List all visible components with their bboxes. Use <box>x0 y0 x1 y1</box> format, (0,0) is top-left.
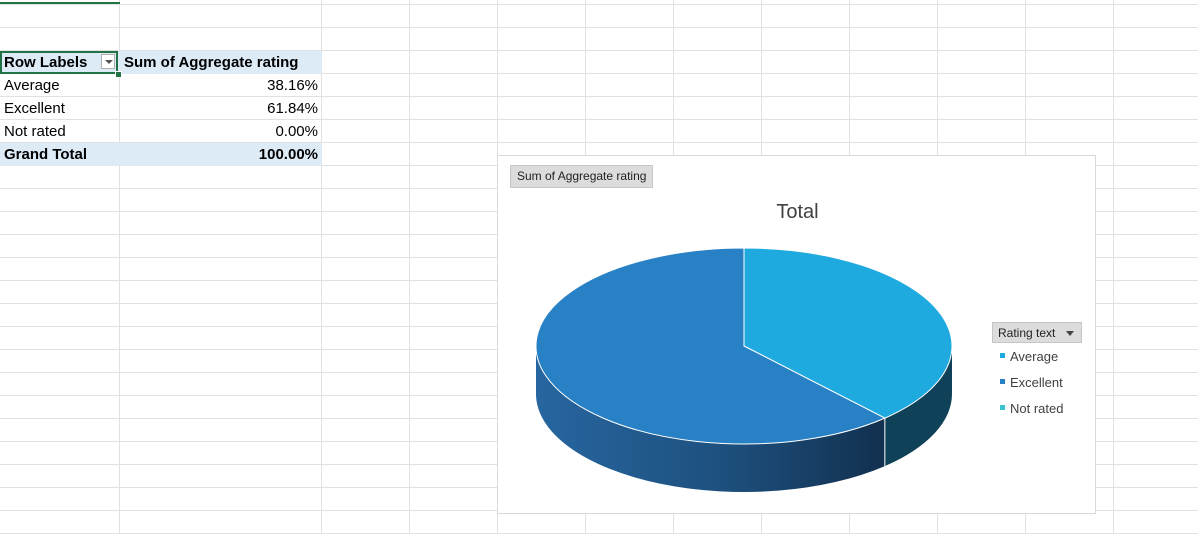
legend-swatch <box>1000 379 1005 385</box>
pivot-row[interactable]: Average 38.16% <box>0 74 322 97</box>
pivot-row-label[interactable]: Average <box>4 77 116 94</box>
grand-total-label[interactable]: Grand Total <box>4 146 116 163</box>
selected-cell-border <box>0 51 118 74</box>
pivot-row[interactable]: Not rated 0.00% <box>0 120 322 143</box>
legend-label: Excellent <box>1010 375 1063 390</box>
grand-total-value[interactable]: 100.00% <box>259 146 318 163</box>
legend-field-label: Rating text <box>998 326 1056 340</box>
legend-swatch <box>1000 353 1005 359</box>
value-header[interactable]: Sum of Aggregate rating <box>124 54 298 71</box>
grand-total-row[interactable]: Grand Total 100.00% <box>0 143 322 166</box>
chevron-down-icon[interactable] <box>1066 331 1074 336</box>
fill-handle[interactable] <box>115 71 122 78</box>
legend-item-excellent[interactable]: Excellent <box>1000 375 1063 390</box>
legend-field-button[interactable]: Rating text <box>992 322 1082 343</box>
active-column-indicator <box>0 0 120 4</box>
pie-chart[interactable]: Sum of Aggregate rating Total Rating tex… <box>497 155 1096 514</box>
pivot-row-value[interactable]: 38.16% <box>267 77 318 94</box>
legend-label: Average <box>1010 349 1059 364</box>
pivot-row-value[interactable]: 61.84% <box>267 100 318 117</box>
pivot-row-value[interactable]: 0.00% <box>275 123 318 140</box>
pivot-row[interactable]: Excellent 61.84% <box>0 97 322 120</box>
pivot-row-label[interactable]: Not rated <box>4 123 116 140</box>
legend-item-average[interactable]: Average <box>1000 349 1058 364</box>
legend-label: Not rated <box>1010 401 1064 416</box>
legend-item-not-rated[interactable]: Not rated <box>1000 401 1063 416</box>
pivot-row-label[interactable]: Excellent <box>4 100 116 117</box>
legend-swatch <box>1000 405 1005 411</box>
